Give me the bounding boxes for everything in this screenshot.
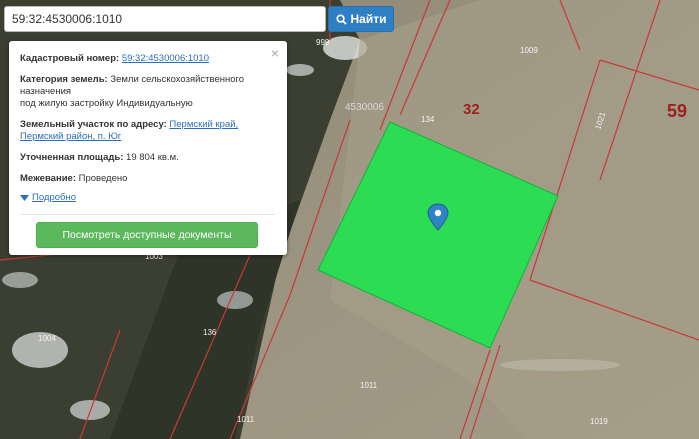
- address-link[interactable]: Пермский район, п. Юг: [20, 131, 121, 142]
- district-label: 32: [463, 101, 480, 118]
- region-label: 59: [667, 101, 687, 121]
- snow-patch: [217, 291, 253, 309]
- land-category-value: Земли сельскохозяйственного: [110, 74, 245, 85]
- area-label: Уточненная площадь:: [20, 152, 124, 163]
- view-documents-button[interactable]: Посмотреть доступные документы: [36, 222, 258, 248]
- parcel-label: 134: [421, 115, 435, 124]
- snow-patch: [70, 400, 110, 420]
- more-details-label: Подробно: [32, 192, 76, 203]
- land-category-row: Категория земель: Земли сельскохозяйстве…: [20, 74, 275, 110]
- parcel-label: 136: [203, 328, 217, 337]
- cadastral-number-link[interactable]: 59:32:4530006:1010: [122, 53, 209, 64]
- snow-patch: [286, 64, 314, 76]
- land-category-value: назначения: [20, 86, 72, 97]
- parcel-label: 1011: [237, 415, 255, 424]
- parcel-label: 1009: [520, 46, 538, 55]
- land-category-value: под жилую застройку Индивидуальную: [20, 98, 193, 109]
- parcel-label: 1004: [38, 334, 56, 343]
- land-category-label: Категория земель:: [20, 74, 108, 85]
- close-icon[interactable]: ×: [271, 46, 279, 60]
- search-button-label: Найти: [350, 12, 387, 26]
- quarter-label: 4530006: [345, 102, 384, 113]
- area-row: Уточненная площадь: 19 804 кв.м.: [20, 152, 275, 164]
- search-button[interactable]: Найти: [328, 6, 394, 32]
- parcel-label: 999: [316, 38, 330, 47]
- search-input[interactable]: [4, 6, 326, 32]
- parcel-label: 1011: [360, 381, 378, 390]
- address-row: Земельный участок по адресу: Пермский кр…: [20, 119, 275, 143]
- parcel-info-popup: × Кадастровый номер: 59:32:4530006:1010 …: [9, 41, 287, 255]
- divider: [20, 214, 275, 215]
- survey-row: Межевание: Проведено: [20, 173, 275, 185]
- cadastral-number-label: Кадастровый номер:: [20, 53, 120, 64]
- parcel-label: 1019: [590, 417, 608, 426]
- search-icon: [335, 13, 347, 25]
- search-bar: Найти: [4, 6, 396, 34]
- address-label: Земельный участок по адресу:: [20, 119, 167, 130]
- cadastral-number-row: Кадастровый номер: 59:32:4530006:1010: [20, 53, 275, 65]
- area-value: 19 804 кв.м.: [126, 152, 179, 163]
- triangle-down-icon: [20, 194, 29, 201]
- survey-value: Проведено: [78, 173, 128, 184]
- address-link[interactable]: Пермский край,: [169, 119, 238, 130]
- more-details-toggle[interactable]: Подробно: [20, 192, 275, 204]
- snow-patch: [2, 272, 38, 288]
- survey-label: Межевание:: [20, 173, 76, 184]
